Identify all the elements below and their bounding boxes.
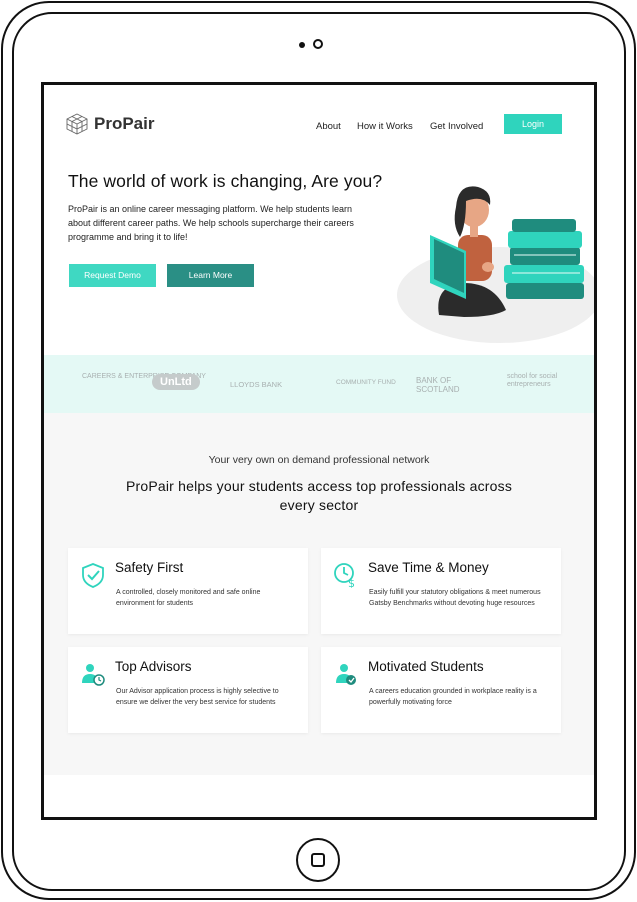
cube-logo-icon xyxy=(66,113,88,135)
hero-title: The world of work is changing, Are you? xyxy=(68,171,383,191)
advisor-clock-icon xyxy=(82,664,105,686)
request-demo-button[interactable]: Request Demo xyxy=(69,264,156,287)
network-subheading: Your very own on demand professional net… xyxy=(208,454,430,466)
camera-lens xyxy=(313,39,323,49)
card-description: Easily fulfill your statutory obligation… xyxy=(369,589,541,607)
partner-lloyds-bank: LLOYDS BANK xyxy=(230,380,283,389)
brand-name: ProPair xyxy=(94,114,155,133)
home-square-icon xyxy=(311,853,325,867)
clock-dollar-icon: $ xyxy=(334,563,355,588)
partner-unltd: UnLtd xyxy=(152,374,200,390)
feature-card-save-time: $ Save Time & Money Easily fulfill your … xyxy=(321,548,561,634)
feature-card-motivated: Motivated Students A careers education g… xyxy=(321,647,561,733)
reading-girl-illustration xyxy=(397,186,594,343)
partner-logos-band: CAREERS & ENTERPRISE COMPANY UnLtd LLOYD… xyxy=(44,355,594,413)
card-description: A controlled, closely monitored and safe… xyxy=(116,589,261,607)
login-button[interactable]: Login xyxy=(504,114,562,134)
learn-more-button[interactable]: Learn More xyxy=(167,264,254,287)
card-title: Save Time & Money xyxy=(368,560,489,575)
partner-school-social-entrepreneurs: school for social entrepreneurs xyxy=(507,373,558,388)
home-button[interactable] xyxy=(296,838,340,882)
svg-text:$: $ xyxy=(348,577,355,588)
card-title: Motivated Students xyxy=(368,659,484,674)
hero-description: ProPair is an online career messaging pl… xyxy=(68,204,354,242)
top-nav: ProPair About How it Works Get Involved … xyxy=(44,85,594,165)
screen: ProPair About How it Works Get Involved … xyxy=(41,82,597,820)
feature-card-advisors: Top Advisors Our Advisor application pro… xyxy=(68,647,308,733)
shield-check-icon xyxy=(82,563,104,588)
partner-bank-of-scotland: BANK OF SCOTLAND xyxy=(416,376,460,394)
card-title: Top Advisors xyxy=(115,659,192,674)
nav-link-get-involved[interactable]: Get Involved xyxy=(430,121,483,132)
feature-card-safety: Safety First A controlled, closely monit… xyxy=(68,548,308,634)
card-description: Our Advisor application process is highl… xyxy=(116,688,279,706)
student-badge-icon xyxy=(336,664,356,685)
card-title: Safety First xyxy=(115,560,184,575)
network-heading: ProPair helps your students access top p… xyxy=(125,478,513,513)
nav-link-how-it-works[interactable]: How it Works xyxy=(357,121,413,132)
partner-community-fund: COMMUNITY FUND xyxy=(336,379,396,386)
card-description: A careers education grounded in workplac… xyxy=(369,688,537,706)
camera-dot xyxy=(299,42,305,48)
brand-logo[interactable]: ProPair xyxy=(66,113,154,135)
nav-link-about[interactable]: About xyxy=(316,121,341,132)
